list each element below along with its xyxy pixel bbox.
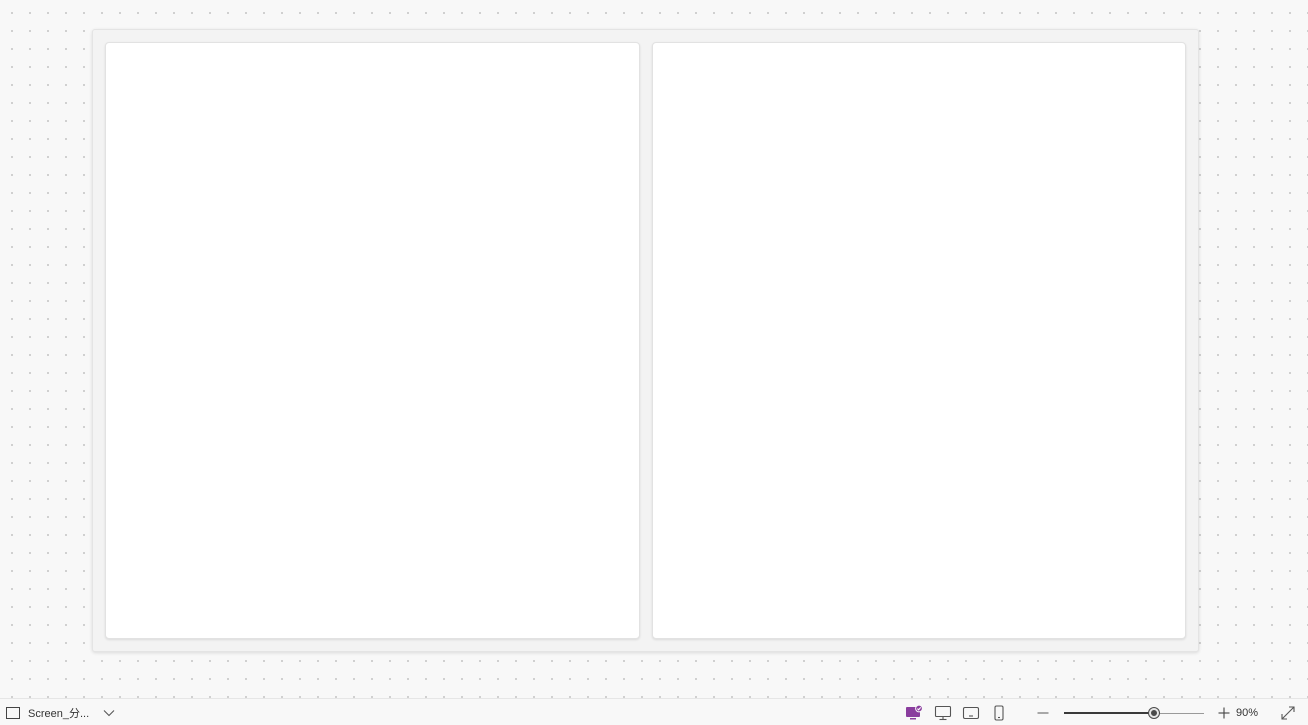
minus-icon (1036, 706, 1050, 720)
zoom-level-label: 90% (1236, 707, 1259, 719)
zoom-slider-fill (1064, 712, 1154, 714)
screen-name-label: Screen_分... (28, 708, 90, 720)
plus-icon (1217, 706, 1231, 720)
desktop-view-button[interactable] (932, 702, 954, 724)
right-panel[interactable] (652, 42, 1186, 639)
zoom-out-button[interactable] (1032, 702, 1054, 724)
screen-selector[interactable]: Screen_分... (4, 704, 117, 722)
tablet-icon (962, 705, 980, 721)
left-panel[interactable] (105, 42, 640, 639)
expand-diagonal-icon (1280, 705, 1296, 721)
phone-icon (992, 705, 1006, 721)
chevron-down-icon[interactable] (103, 709, 115, 717)
fit-to-window-button[interactable] (1277, 702, 1299, 724)
zoom-slider-thumb[interactable] (1149, 708, 1159, 718)
custom-layout-icon (905, 705, 923, 721)
phone-view-button[interactable] (988, 702, 1010, 724)
zoom-slider[interactable] (1064, 707, 1204, 719)
desktop-icon (934, 705, 952, 721)
screen-frame[interactable] (92, 29, 1199, 652)
zoom-in-button[interactable] (1213, 702, 1235, 724)
custom-layout-button[interactable] (903, 702, 925, 724)
tablet-view-button[interactable] (960, 702, 982, 724)
screen-rectangle-icon (6, 707, 20, 719)
status-bar: Screen_分... 90% (0, 698, 1308, 725)
design-canvas[interactable] (0, 0, 1308, 698)
